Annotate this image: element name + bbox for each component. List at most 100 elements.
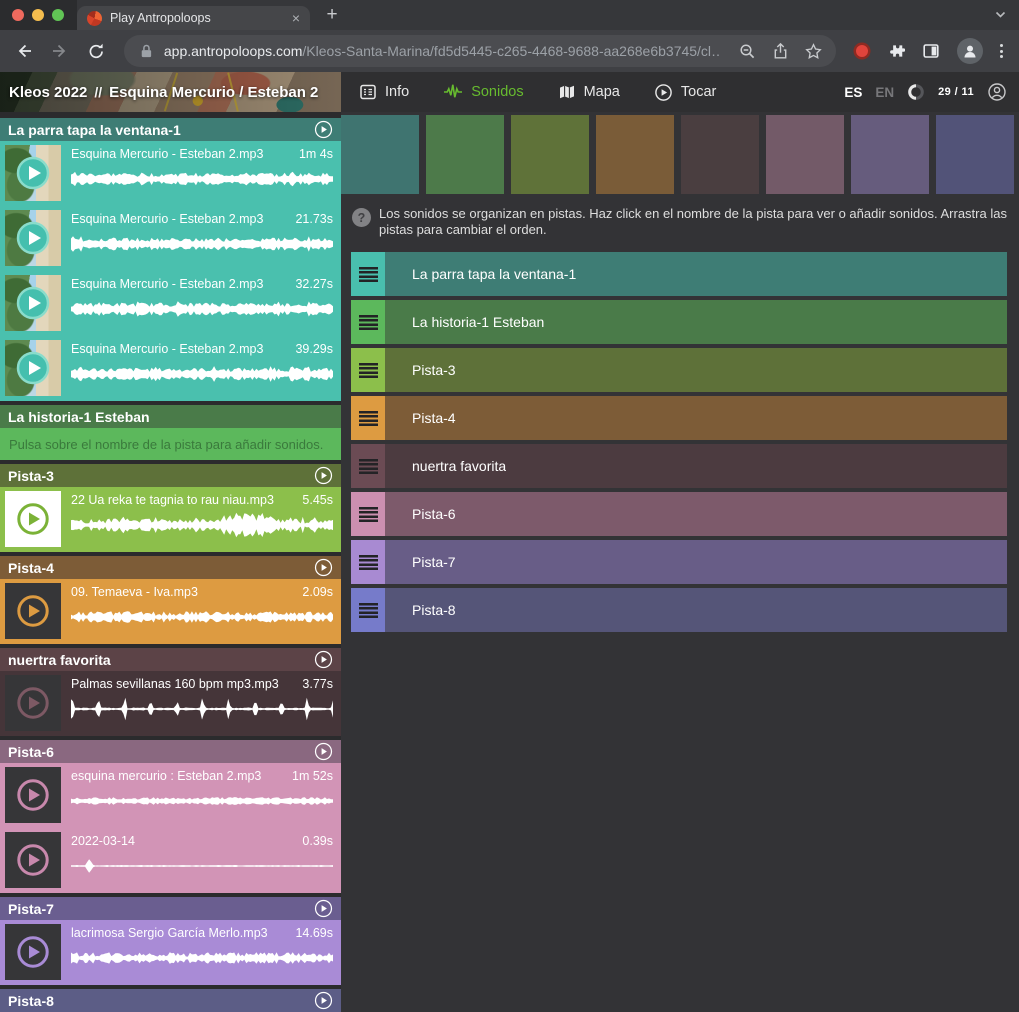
track-section-header[interactable]: La parra tapa la ventana-1	[0, 118, 341, 141]
track-play-button[interactable]	[314, 120, 333, 139]
tab-close-icon[interactable]: ×	[292, 11, 300, 25]
drag-handle[interactable]	[351, 300, 385, 344]
clip-filename: 09. Temaeva - Iva.mp3	[71, 585, 198, 599]
clip-play-icon[interactable]	[15, 220, 51, 256]
clip-thumbnail[interactable]	[5, 340, 61, 396]
track-section-header[interactable]: Pista-6	[0, 740, 341, 763]
clip-filename: Palmas sevillanas 160 bpm mp3.mp3	[71, 677, 279, 691]
track-row[interactable]: Pista-8	[351, 588, 1007, 632]
clip-thumbnail[interactable]	[5, 924, 61, 980]
track-row[interactable]: Pista-6	[351, 492, 1007, 536]
tab-search-chevron-icon[interactable]	[994, 8, 1007, 21]
minimize-window-button[interactable]	[32, 9, 44, 21]
track-section-header[interactable]: Pista-8	[0, 989, 341, 1012]
track-play-button[interactable]	[314, 991, 333, 1010]
clip-play-icon[interactable]	[15, 777, 51, 813]
track-section-header[interactable]: Pista-4	[0, 556, 341, 579]
clip-thumbnail[interactable]	[5, 832, 61, 888]
audio-clip[interactable]: Esquina Mercurio - Esteban 2.mp339.29s	[0, 336, 341, 401]
drag-handle[interactable]	[351, 540, 385, 584]
track-row[interactable]: Pista-4	[351, 396, 1007, 440]
clip-play-icon[interactable]	[15, 350, 51, 386]
drag-handle[interactable]	[351, 396, 385, 440]
drag-handle[interactable]	[351, 588, 385, 632]
clip-thumbnail[interactable]	[5, 210, 61, 266]
drag-handle[interactable]	[351, 492, 385, 536]
address-bar[interactable]: app.antropoloops.com/Kleos-Santa-Marina/…	[124, 35, 836, 67]
recording-extension-icon[interactable]	[856, 45, 868, 57]
audio-clip[interactable]: 09. Temaeva - Iva.mp32.09s	[0, 579, 341, 644]
track-row[interactable]: La parra tapa la ventana-1	[351, 252, 1007, 296]
reload-button[interactable]	[82, 37, 110, 65]
help-question-icon: ?	[352, 208, 371, 227]
close-window-button[interactable]	[12, 9, 24, 21]
track-play-button[interactable]	[314, 742, 333, 761]
track-section-header[interactable]: nuertra favorita	[0, 648, 341, 671]
clip-play-icon[interactable]	[15, 285, 51, 321]
track-section-header[interactable]: La historia-1 Esteban	[0, 405, 341, 428]
track-play-button[interactable]	[314, 650, 333, 669]
clip-thumbnail[interactable]	[5, 145, 61, 201]
map-icon	[558, 83, 576, 101]
track-row[interactable]: nuertra favorita	[351, 444, 1007, 488]
track-row-name: Pista-6	[385, 506, 456, 522]
audio-clip[interactable]: lacrimosa Sergio García Merlo.mp314.69s	[0, 920, 341, 985]
audio-clip[interactable]: Esquina Mercurio - Esteban 2.mp332.27s	[0, 271, 341, 336]
audio-clip[interactable]: Esquina Mercurio - Esteban 2.mp31m 4s	[0, 141, 341, 206]
clip-play-icon[interactable]	[15, 685, 51, 721]
browser-tab[interactable]: Play Antropoloops ×	[77, 6, 310, 30]
breadcrumb-project-link[interactable]: Kleos 2022	[9, 84, 87, 101]
extensions-puzzle-icon[interactable]	[887, 42, 905, 60]
side-panel-icon[interactable]	[922, 42, 940, 60]
url-path: /Kleos-Santa-Marina/fd5d5445-c265-4468-9…	[302, 43, 721, 59]
profile-avatar[interactable]	[957, 38, 983, 64]
audio-clip[interactable]: Palmas sevillanas 160 bpm mp3.mp33.77s	[0, 671, 341, 736]
clip-thumbnail[interactable]	[5, 767, 61, 823]
clip-play-icon[interactable]	[15, 842, 51, 878]
clip-play-icon[interactable]	[15, 593, 51, 629]
language-es-button[interactable]: ES	[844, 85, 862, 100]
track-play-button[interactable]	[314, 899, 333, 918]
drag-handle[interactable]	[351, 444, 385, 488]
track-row[interactable]: Pista-7	[351, 540, 1007, 584]
forward-button[interactable]	[46, 37, 74, 65]
clip-info: Palmas sevillanas 160 bpm mp3.mp33.77s	[71, 675, 333, 732]
clip-thumbnail[interactable]	[5, 275, 61, 331]
clip-play-icon[interactable]	[15, 934, 51, 970]
audio-clip[interactable]: esquina mercurio : Esteban 2.mp31m 52s	[0, 763, 341, 828]
clip-duration: 32.27s	[295, 277, 333, 291]
zoom-out-icon[interactable]	[739, 43, 756, 60]
nav-tab-info[interactable]: Info	[359, 83, 409, 101]
nav-tab-mapa[interactable]: Mapa	[558, 83, 620, 101]
account-icon[interactable]	[987, 82, 1007, 102]
audio-clip[interactable]: Esquina Mercurio - Esteban 2.mp321.73s	[0, 206, 341, 271]
track-play-button[interactable]	[314, 558, 333, 577]
lock-icon[interactable]	[138, 42, 155, 60]
track-section: Pista-322 Ua reka te tagnia to rau niau.…	[0, 464, 341, 552]
nav-tab-sonidos[interactable]: Sonidos	[443, 83, 523, 101]
drag-handle-icon	[359, 507, 378, 522]
new-tab-button[interactable]: +	[320, 3, 344, 27]
audio-clip[interactable]: 22 Ua reka te tagnia to rau niau.mp35.45…	[0, 487, 341, 552]
browser-menu-icon[interactable]	[1000, 44, 1003, 58]
clip-play-icon[interactable]	[15, 155, 51, 191]
audio-clip[interactable]: 2022-03-140.39s	[0, 828, 341, 893]
track-section-header[interactable]: Pista-7	[0, 897, 341, 920]
drag-handle[interactable]	[351, 252, 385, 296]
zoom-window-button[interactable]	[52, 9, 64, 21]
clip-thumbnail[interactable]	[5, 491, 61, 547]
bookmark-star-icon[interactable]	[805, 43, 822, 60]
clip-play-icon[interactable]	[15, 501, 51, 537]
track-row[interactable]: La historia-1 Esteban	[351, 300, 1007, 344]
track-section-header[interactable]: Pista-3	[0, 464, 341, 487]
track-row[interactable]: Pista-3	[351, 348, 1007, 392]
clip-thumbnail[interactable]	[5, 583, 61, 639]
drag-handle-icon	[359, 603, 378, 618]
share-icon[interactable]	[772, 42, 789, 60]
drag-handle[interactable]	[351, 348, 385, 392]
track-play-button[interactable]	[314, 466, 333, 485]
nav-tab-tocar[interactable]: Tocar	[654, 83, 716, 102]
back-button[interactable]	[10, 37, 38, 65]
clip-thumbnail[interactable]	[5, 675, 61, 731]
language-en-button[interactable]: EN	[875, 85, 894, 100]
